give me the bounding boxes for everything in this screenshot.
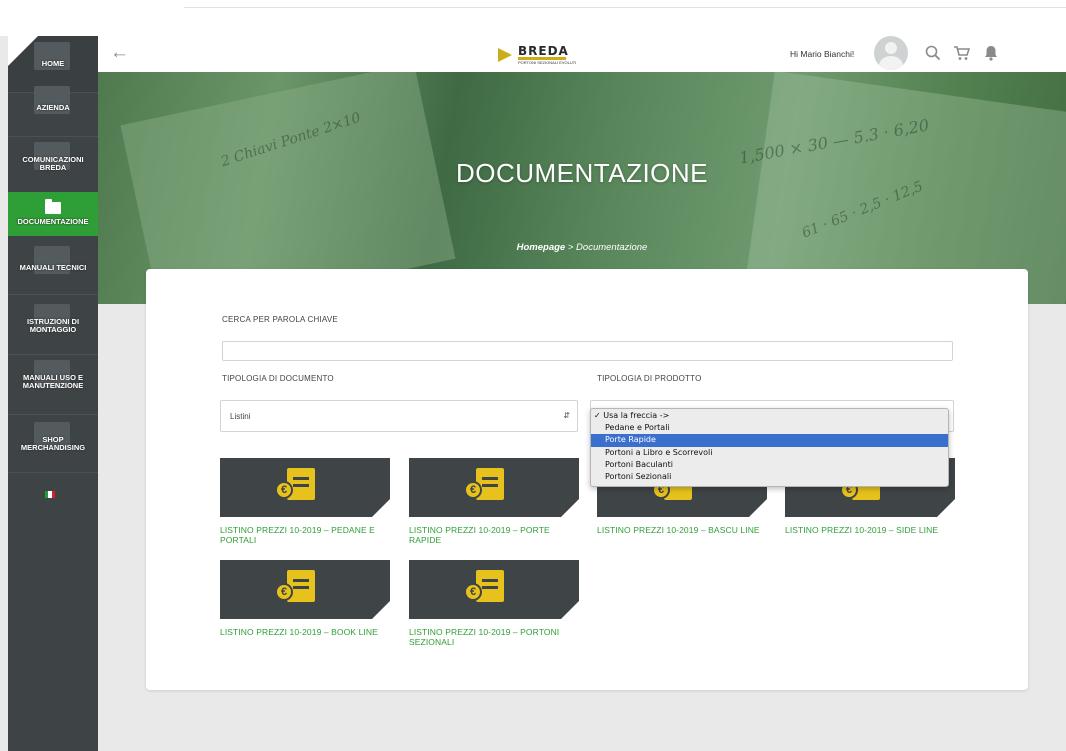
avatar[interactable] [874, 36, 908, 70]
keyword-label: CERCA PER PAROLA CHIAVE [222, 315, 338, 324]
euro-coin-icon: € [464, 481, 482, 499]
sidebar-item-shop[interactable]: SHOP MERCHANDISING [8, 416, 98, 472]
dropdown-option[interactable]: Portoni a Libro e Scorrevoli [591, 447, 948, 459]
logo-subtitle: PORTONI SEZIONALI EVOLUTI [518, 60, 577, 65]
keyword-search-input[interactable] [222, 341, 953, 361]
document-thumbnail: € [220, 458, 390, 517]
dropdown-option[interactable]: Pedane e Portali [591, 422, 948, 434]
search-icon[interactable] [924, 44, 942, 62]
breadcrumb: Homepage > Documentazione [98, 242, 1066, 253]
sidebar-item-label: ISTRUZIONI DI MONTAGGIO [26, 317, 80, 334]
avatar-head [885, 42, 897, 54]
breadcrumb-separator: > [565, 242, 577, 253]
document-tile[interactable]: € LISTINO PREZZI 10-2019 – PEDANE E PORT… [220, 458, 390, 545]
document-thumbnail: € [220, 560, 390, 619]
doc-type-value: Listini [230, 412, 251, 421]
page: HOME AZIENDA COMUNICAZIONI BREDA DOCUMEN… [0, 0, 1066, 751]
breadcrumb-current: Documentazione [576, 242, 648, 253]
cart-icon[interactable] [953, 44, 971, 62]
folder-icon [45, 199, 61, 214]
select-arrows-icon: ⇵ [563, 411, 570, 420]
sidebar-item-label: HOME [41, 59, 65, 68]
euro-coin-icon: € [275, 481, 293, 499]
sidebar: HOME AZIENDA COMUNICAZIONI BREDA DOCUMEN… [8, 36, 98, 751]
sidebar-divider [8, 294, 98, 295]
sidebar-item-azienda[interactable]: AZIENDA [8, 80, 98, 136]
logo-text: BREDA [518, 44, 569, 58]
sidebar-item-label: COMUNICAZIONI BREDA [22, 155, 84, 172]
back-arrow-icon[interactable]: ← [110, 42, 129, 64]
sidebar-divider [8, 472, 98, 473]
document-tile[interactable]: € LISTINO PREZZI 10-2019 – BOOK LINE [220, 560, 390, 637]
sidebar-item-label: AZIENDA [36, 103, 70, 112]
logo-mark [498, 48, 512, 62]
avatar-body [879, 56, 903, 70]
sidebar-item-comunicazioni[interactable]: COMUNICAZIONI BREDA [8, 136, 98, 192]
breadcrumb-home-link[interactable]: Homepage [517, 242, 566, 253]
document-title[interactable]: LISTINO PREZZI 10-2019 – PORTONI SEZIONA… [409, 627, 579, 647]
sidebar-item-manuali-tecnici[interactable]: MANUALI TECNICI [8, 240, 98, 296]
brand-logo[interactable]: BREDA PORTONI SEZIONALI EVOLUTI [498, 42, 592, 66]
document-title[interactable]: LISTINO PREZZI 10-2019 – SIDE LINE [785, 525, 955, 535]
page-title: DOCUMENTAZIONE [455, 158, 709, 188]
document-tile[interactable]: € LISTINO PREZZI 10-2019 – PORTONI SEZIO… [409, 560, 579, 647]
italian-flag-icon[interactable] [45, 491, 55, 498]
sidebar-item-istruzioni[interactable]: ISTRUZIONI DI MONTAGGIO [8, 298, 98, 354]
sidebar-divider [8, 414, 98, 415]
top-divider [184, 7, 1066, 8]
euro-coin-icon: € [464, 583, 482, 601]
user-greeting: Hi Mario Bianchi! [790, 49, 855, 59]
document-title[interactable]: LISTINO PREZZI 10-2019 – PORTE RAPIDE [409, 525, 579, 545]
sidebar-item-label: MANUALI USO E MANUTENZIONE [22, 373, 84, 390]
euro-coin-icon: € [275, 583, 293, 601]
sidebar-item-label: DOCUMENTAZIONE [17, 217, 89, 226]
bell-icon[interactable] [982, 44, 1000, 62]
doc-type-select[interactable]: Listini ⇵ [220, 400, 578, 432]
dropdown-option[interactable]: ✓ Usa la freccia -> [591, 410, 948, 422]
sidebar-item-label: MANUALI TECNICI [19, 263, 87, 272]
sidebar-item-documentazione[interactable]: DOCUMENTAZIONE [8, 192, 98, 236]
header: ← BREDA PORTONI SEZIONALI EVOLUTI Hi Mar… [98, 36, 1066, 72]
sidebar-item-manuali-uso[interactable]: MANUALI USO E MANUTENZIONE [8, 354, 98, 410]
top-bar [0, 0, 1066, 36]
dropdown-option-highlighted[interactable]: Porte Rapide [591, 434, 948, 447]
sidebar-item-label: SHOP MERCHANDISING [20, 435, 86, 452]
dropdown-option-label: Usa la freccia -> [603, 411, 670, 420]
document-title[interactable]: LISTINO PREZZI 10-2019 – PEDANE E PORTAL… [220, 525, 390, 545]
dropdown-option[interactable]: Portoni Sezionali [591, 471, 948, 483]
document-thumbnail: € [409, 458, 579, 517]
product-type-label: TIPOLOGIA DI PRODOTTO [597, 374, 702, 383]
document-thumbnail: € [409, 560, 579, 619]
document-title[interactable]: LISTINO PREZZI 10-2019 – BASCU LINE [597, 525, 767, 535]
product-type-dropdown[interactable]: ✓ Usa la freccia -> Pedane e Portali Por… [590, 408, 949, 487]
document-title[interactable]: LISTINO PREZZI 10-2019 – BOOK LINE [220, 627, 390, 637]
document-tile[interactable]: € LISTINO PREZZI 10-2019 – PORTE RAPIDE [409, 458, 579, 545]
doc-type-label: TIPOLOGIA DI DOCUMENTO [222, 374, 334, 383]
dropdown-option[interactable]: Portoni Baculanti [591, 459, 948, 471]
